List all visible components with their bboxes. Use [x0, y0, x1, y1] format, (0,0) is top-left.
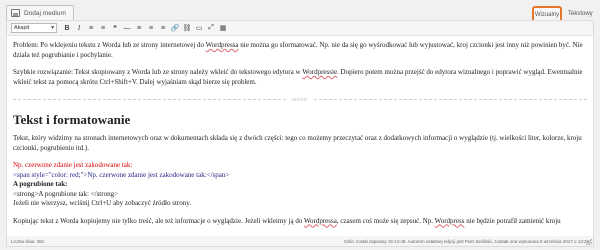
add-media-button[interactable]: Dodaj medium	[6, 5, 74, 21]
toolbar-toggle-icon[interactable]: ▦	[218, 23, 228, 34]
chevron-down-icon: ▾	[51, 25, 54, 31]
unlink-icon[interactable]: ⛓	[182, 23, 192, 34]
horizontal-line-button[interactable]: —	[122, 23, 132, 34]
read-more-icon[interactable]: ▭	[194, 23, 204, 34]
resize-handle-icon[interactable]	[586, 239, 592, 245]
paragraph-2: Szybkie rozwiązanie: Tekst skopiowany z …	[13, 68, 583, 86]
code-example-1: <span style="color: red;">Np. czerwone z…	[13, 170, 230, 179]
status-bar: Liczba słów: 381 Szkic został zapisany 1…	[6, 236, 594, 247]
align-left-button[interactable]: ≡	[134, 23, 144, 34]
add-media-label: Dodaj medium	[24, 9, 66, 17]
more-label: MORE	[292, 96, 308, 102]
link-icon[interactable]: 🔗	[170, 23, 180, 34]
tab-text[interactable]: Tekstowy	[568, 11, 593, 17]
format-select[interactable]: Akapit ▾	[11, 23, 57, 33]
tab-visual-label: Wizualny	[534, 11, 560, 18]
paragraph-5: Kopiując tekst z Worda kopiujemy nie tyl…	[13, 216, 561, 225]
fullscreen-icon[interactable]: ⤢	[206, 23, 216, 34]
bullet-list-button[interactable]: ≡	[86, 23, 96, 34]
paragraph-3: Tekst, który widzimy na stronach interne…	[13, 134, 582, 152]
section-heading: Tekst i formatowanie	[13, 112, 131, 127]
tab-text-label: Tekstowy	[568, 11, 593, 17]
numbered-list-button[interactable]: ≡	[98, 23, 108, 34]
editor: Akapit ▾ B I ≡ ≡ ❝ — ≡ ≡ ≡ 🔗 ⛓ ▭ ⤢ ▦ Pro…	[6, 20, 594, 242]
align-center-button[interactable]: ≡	[146, 23, 156, 34]
red-example: Np. czerwone zdanie jest zakodowane tak:	[13, 161, 133, 169]
align-right-button[interactable]: ≡	[158, 23, 168, 34]
editor-content[interactable]: Problem: Po wklejeniu tekstu z Worda lub…	[7, 36, 593, 239]
save-status: Szkic został zapisany 15:14:48. Autorem …	[343, 238, 589, 244]
code-example-2: <strong>A pogrubione tak: </strong>	[13, 189, 119, 198]
format-select-value: Akapit	[14, 25, 30, 31]
blockquote-button[interactable]: ❝	[110, 23, 120, 34]
paragraph-4: Jeżeli nie wierzysz, wciśnij Ctrl+U aby …	[13, 199, 192, 207]
word-count: Liczba słów: 381	[11, 238, 45, 244]
bold-example: A pogrubione tak:	[13, 180, 68, 188]
paragraph-1: Problem: Po wklejeniu tekstu z Worda lub…	[13, 41, 583, 59]
editor-toolbar: Akapit ▾ B I ≡ ≡ ❝ — ≡ ≡ ≡ 🔗 ⛓ ▭ ⤢ ▦	[7, 21, 593, 36]
bold-button[interactable]: B	[62, 23, 72, 34]
italic-button[interactable]: I	[74, 23, 84, 34]
media-icon	[11, 9, 20, 17]
more-separator: MORE	[13, 95, 587, 104]
